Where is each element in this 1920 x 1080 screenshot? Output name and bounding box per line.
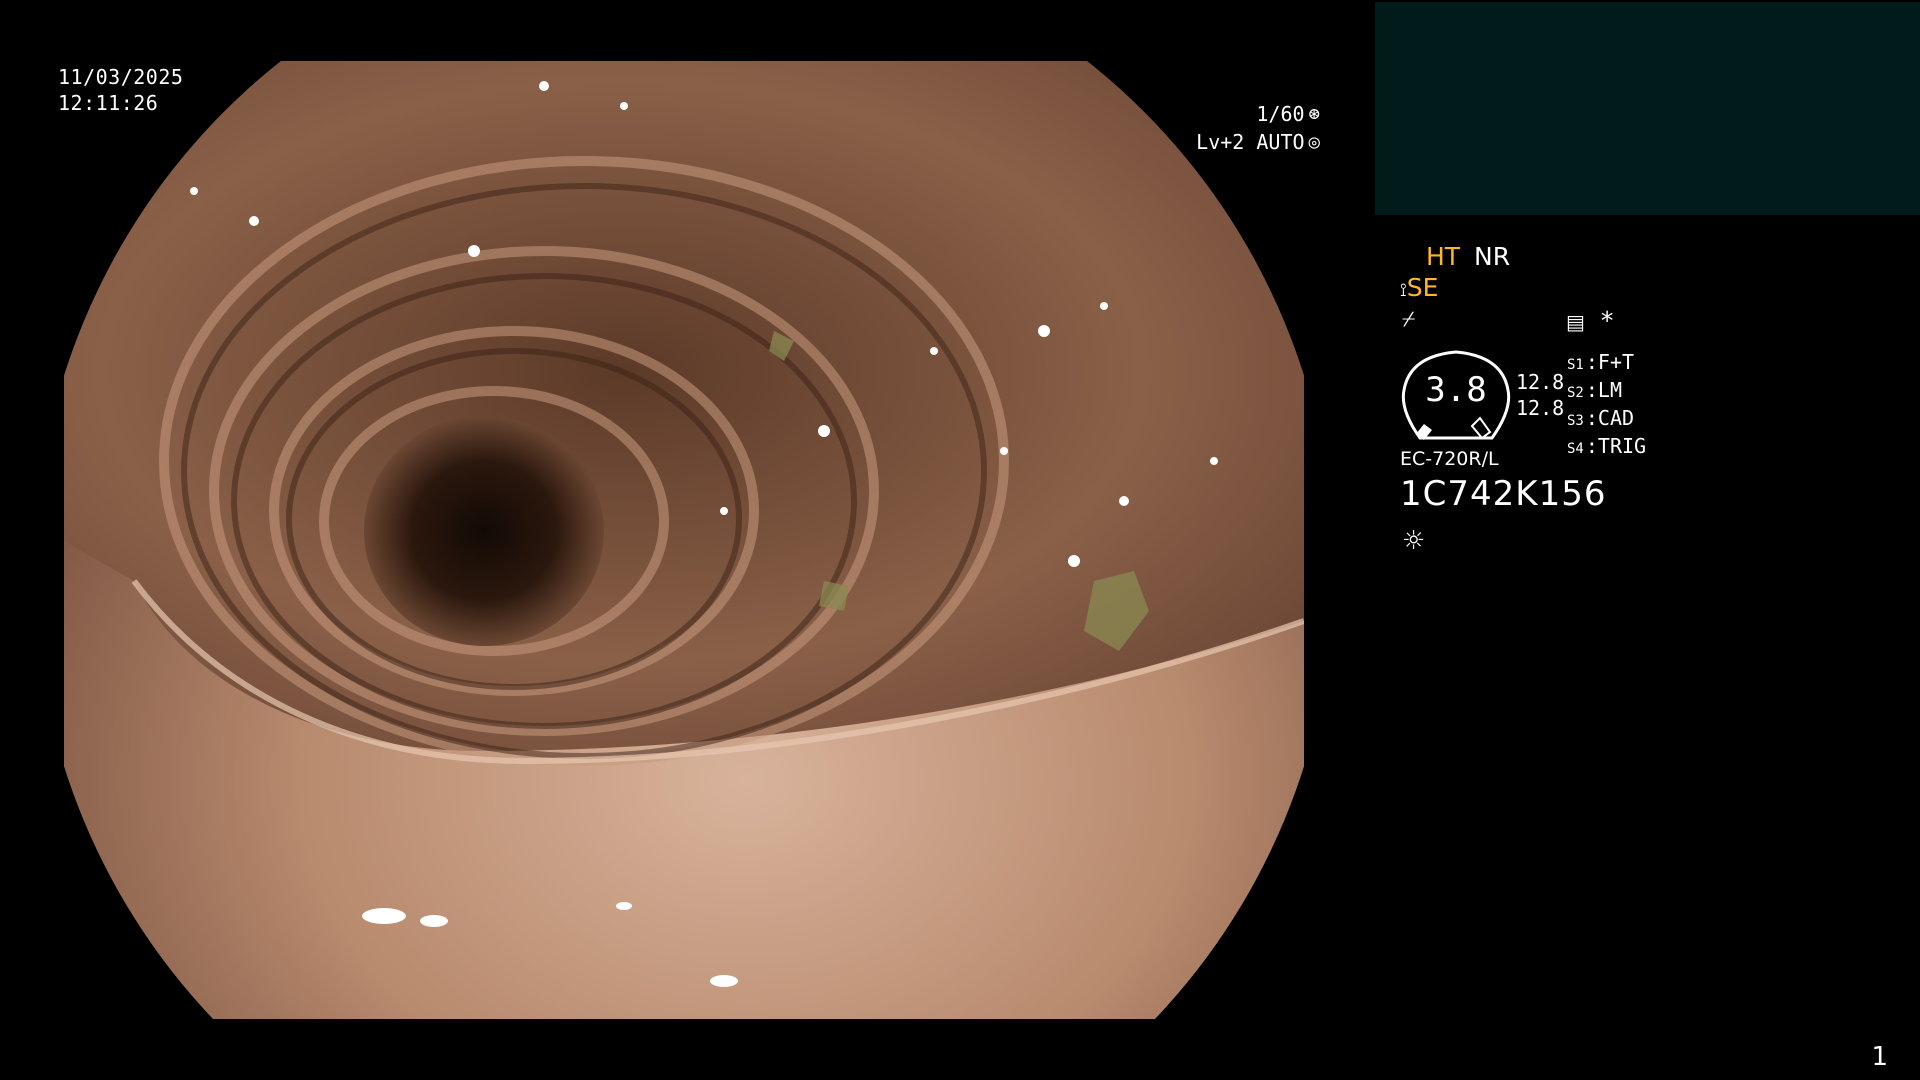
ratio-bottom: 12.8 <box>1516 396 1565 420</box>
memo-icon: ▤ <box>1566 310 1585 334</box>
page-number: 1 <box>1871 1042 1888 1072</box>
exposure-info: 1/60 ⊛ Lv+2 AUTO ◎ <box>1196 100 1320 156</box>
thumbnail-panel <box>1375 2 1920 215</box>
nr-mode: NR <box>1474 242 1511 271</box>
scope-model: EC-720R/L <box>1400 448 1499 470</box>
shutter-aperture-icon: ⊛ <box>1308 102 1320 125</box>
slot-item: S1:F+T <box>1567 350 1635 374</box>
function-slots: S1:F+T S2:LM S3:CAD S4:TRIG <box>1567 350 1646 462</box>
scope-serial: 1C742K156 <box>1400 474 1607 514</box>
ht-mode: HT <box>1426 242 1461 271</box>
ratio-top: 12.8 <box>1516 370 1565 394</box>
gauge-value: 3.8 <box>1425 370 1487 410</box>
slot-item: S3:CAD <box>1567 406 1635 430</box>
zoom-gauge: 3.8 <box>1400 350 1512 442</box>
auto-iris-icon: ◎ <box>1308 130 1320 153</box>
slot-item: S2:LM <box>1567 378 1622 402</box>
se-mode: SE <box>1406 273 1439 302</box>
slot-item: S4:TRIG <box>1567 434 1647 458</box>
endoscope-image <box>64 61 1304 1019</box>
datetime: 11/03/2025 12:11:26 <box>58 64 183 116</box>
freeze-icon: ⌿ <box>1402 307 1416 332</box>
time-text: 12:11:26 <box>58 91 159 115</box>
shutter-text: 1/60 <box>1256 102 1305 126</box>
structure-enhance-icon: ⟟ <box>1400 280 1407 301</box>
light-icon: ☼ <box>1402 526 1426 556</box>
level-text: Lv+2 AUTO <box>1196 130 1305 154</box>
asterisk-icon: * <box>1600 306 1614 335</box>
date-text: 11/03/2025 <box>58 65 184 89</box>
